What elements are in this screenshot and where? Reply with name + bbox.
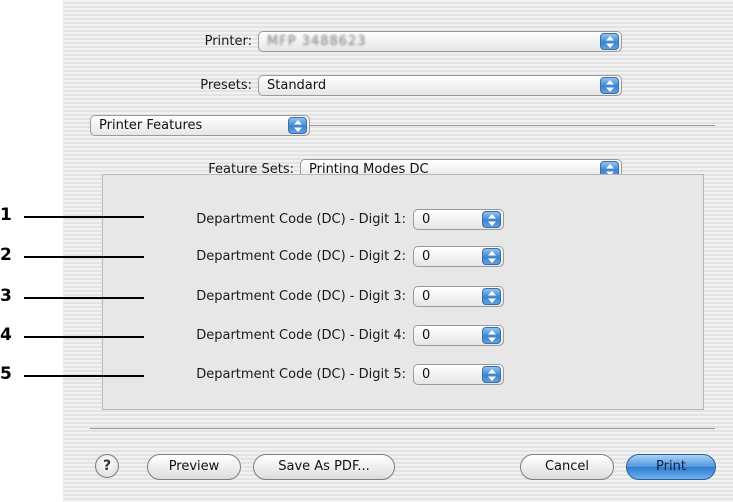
cancel-button[interactable]: Cancel [520, 454, 614, 480]
callout-line-1 [24, 216, 144, 218]
presets-popup[interactable]: Standard [258, 75, 622, 96]
presets-label: Presets: [200, 78, 252, 93]
popup-arrows-icon [482, 327, 501, 344]
callout-line-4 [24, 336, 144, 338]
callout-line-5 [24, 375, 144, 377]
printer-popup[interactable]: MFP 3488623 [258, 31, 622, 52]
printer-label: Printer: [204, 34, 252, 49]
callout-1: 1 [0, 205, 12, 225]
digit-1-label: Department Code (DC) - Digit 1: [196, 212, 406, 227]
digit-3-popup[interactable]: 0 [413, 286, 504, 307]
popup-arrows-icon [600, 77, 619, 94]
digit-5-popup[interactable]: 0 [413, 364, 504, 385]
panel-popup[interactable]: Printer Features [90, 115, 310, 136]
panel-value: Printer Features [99, 118, 203, 133]
popup-arrows-icon [482, 248, 501, 265]
popup-arrows-icon [482, 366, 501, 383]
digit-5-label: Department Code (DC) - Digit 5: [196, 367, 406, 382]
help-button[interactable]: ? [95, 454, 119, 478]
preview-button[interactable]: Preview [147, 454, 241, 480]
save-as-pdf-button[interactable]: Save As PDF... [253, 454, 395, 480]
panel-divider [310, 125, 715, 126]
callout-4: 4 [0, 325, 12, 345]
digit-4-label: Department Code (DC) - Digit 4: [196, 328, 406, 343]
digit-2-popup[interactable]: 0 [413, 246, 504, 267]
printer-name: MFP 3488623 [267, 34, 367, 49]
callout-2: 2 [0, 245, 12, 265]
callout-line-3 [24, 297, 144, 299]
digit-3-label: Department Code (DC) - Digit 3: [196, 289, 406, 304]
button-separator [90, 428, 715, 429]
popup-arrows-icon [482, 288, 501, 305]
popup-arrows-icon [600, 33, 619, 50]
callout-3: 3 [0, 286, 12, 306]
presets-value: Standard [267, 78, 327, 93]
print-button[interactable]: Print [626, 454, 716, 480]
digit-2-label: Department Code (DC) - Digit 2: [196, 249, 406, 264]
popup-arrows-icon [482, 211, 501, 228]
digit-1-popup[interactable]: 0 [413, 209, 504, 230]
popup-arrows-icon [288, 117, 307, 134]
callout-line-2 [24, 256, 144, 258]
callout-5: 5 [0, 364, 12, 384]
digit-4-popup[interactable]: 0 [413, 325, 504, 346]
